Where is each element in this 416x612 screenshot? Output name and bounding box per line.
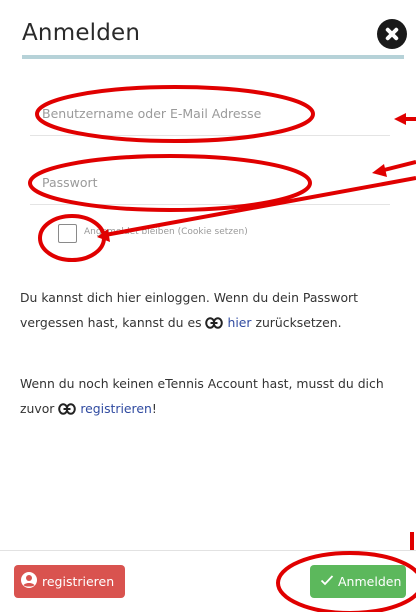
- info-text-1-after: zurücksetzen.: [255, 315, 342, 330]
- login-info-text: Du kannst dich hier einloggen. Wenn du d…: [20, 285, 405, 337]
- register-button-label: registrieren: [42, 574, 115, 589]
- password-input[interactable]: [30, 161, 390, 205]
- login-button[interactable]: Anmelden: [310, 565, 406, 598]
- dialog-header: Anmelden: [0, 0, 416, 60]
- user-circle-icon: [20, 571, 38, 592]
- checkmark-icon: [320, 574, 334, 589]
- link-icon: [58, 398, 77, 423]
- footer-divider: [0, 550, 416, 551]
- annotation-arrowhead-username: [394, 113, 406, 125]
- username-input[interactable]: [30, 92, 390, 136]
- remember-checkbox[interactable]: [58, 224, 77, 243]
- dialog-title: Anmelden: [22, 20, 141, 46]
- header-divider: [22, 55, 404, 59]
- link-icon: [205, 312, 224, 337]
- remember-label: Angemeldet bleiben (Cookie setzen): [84, 227, 248, 237]
- info-text-2-after: !: [151, 401, 157, 416]
- reset-password-link[interactable]: hier: [227, 315, 251, 330]
- close-icon[interactable]: [377, 19, 407, 49]
- register-link[interactable]: registrieren: [80, 401, 152, 416]
- login-button-label: Anmelden: [338, 574, 402, 589]
- register-button[interactable]: registrieren: [14, 565, 125, 598]
- register-info-text: Wenn du noch keinen eTennis Account hast…: [20, 371, 405, 423]
